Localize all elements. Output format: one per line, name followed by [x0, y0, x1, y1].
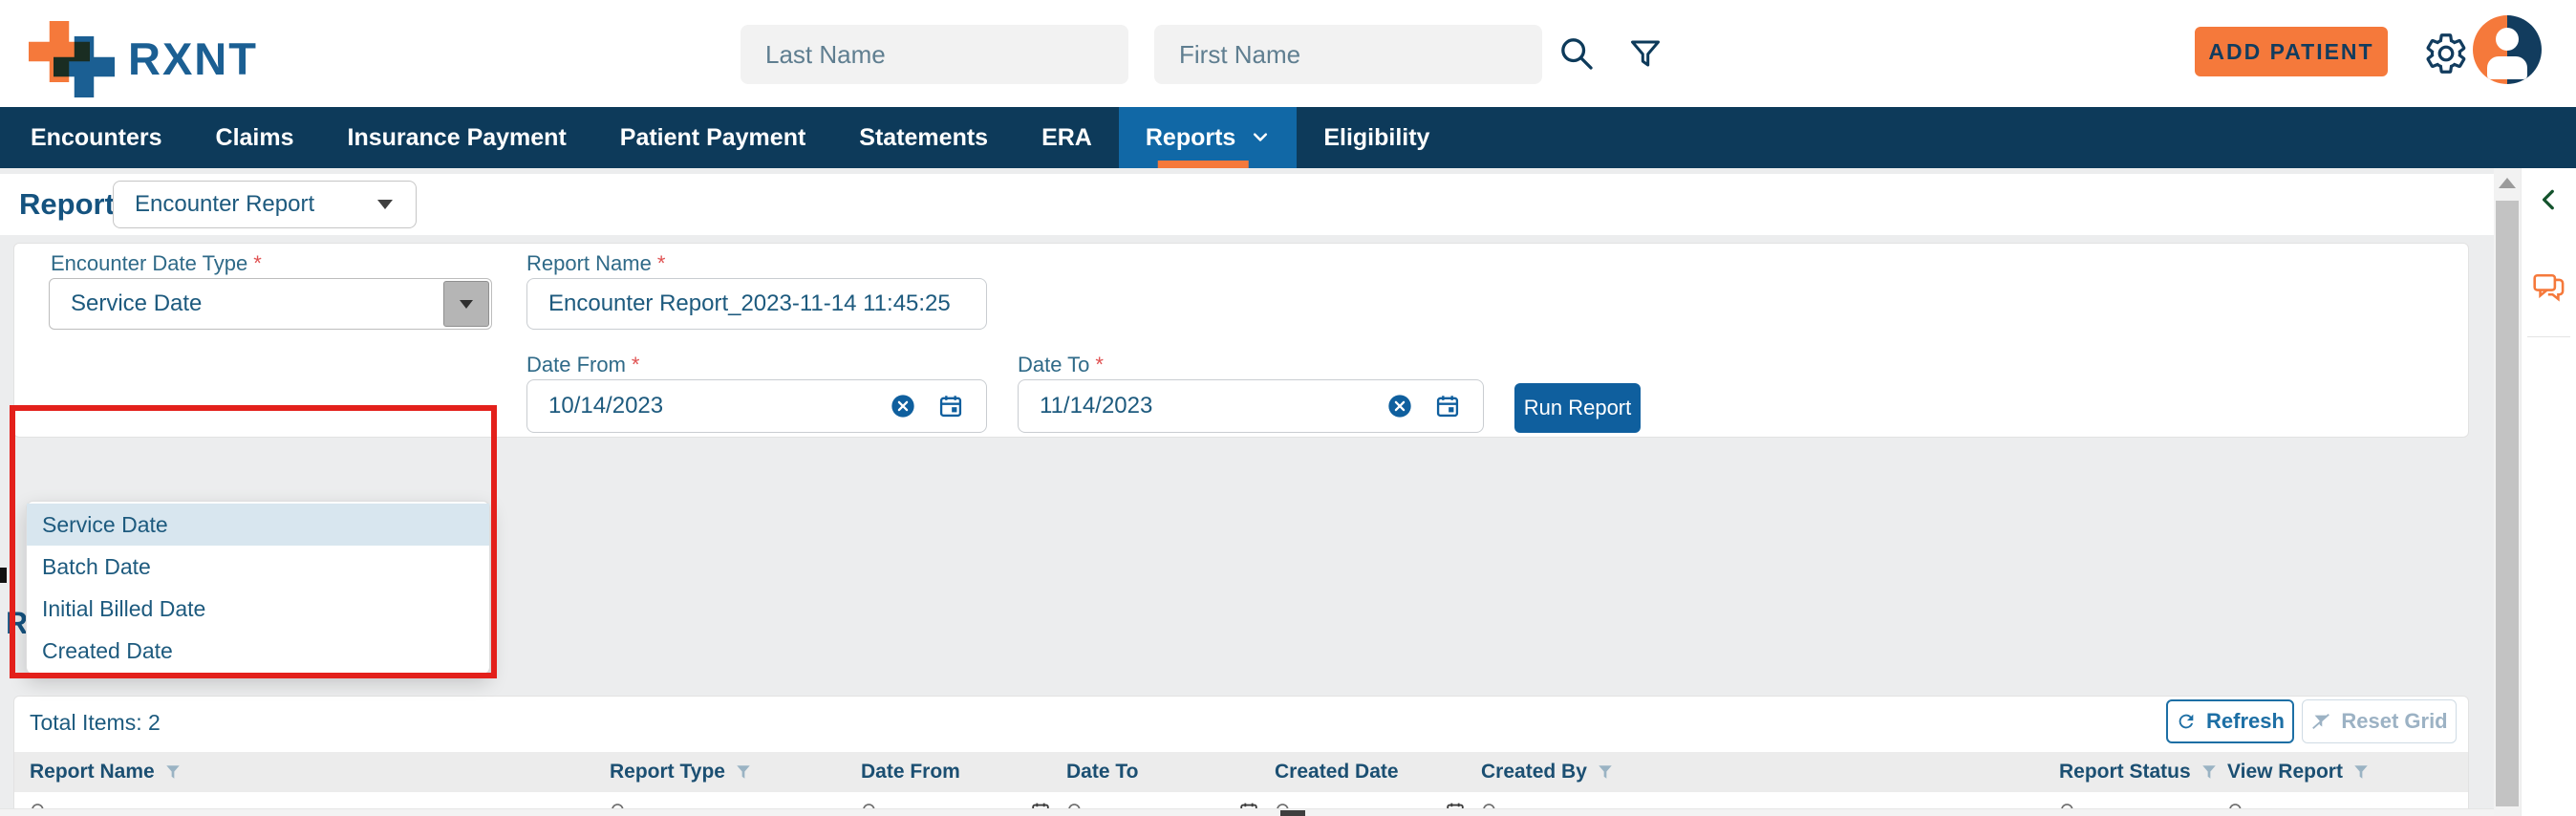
- nav-item-claims[interactable]: Claims: [189, 107, 321, 168]
- column-filter-icon[interactable]: [1597, 763, 1614, 781]
- search-icon[interactable]: [1557, 34, 1596, 73]
- column-header-report-status[interactable]: Report Status: [2059, 761, 2227, 784]
- scroll-up-icon[interactable]: [2499, 178, 2516, 188]
- active-tab-underline: [1158, 161, 1249, 168]
- messages-icon[interactable]: [2530, 268, 2568, 306]
- required-marker: *: [657, 251, 666, 275]
- option-initial-billed-date[interactable]: Initial Billed Date: [27, 588, 489, 630]
- report-type-select[interactable]: Encounter Report: [113, 181, 417, 228]
- report-form-card: Encounter Date Type* Service Date Report…: [13, 243, 2469, 438]
- page-content: Report Encounter Report Encounter Date T…: [0, 168, 2494, 816]
- rxnt-logo[interactable]: RXNT: [29, 19, 277, 92]
- calendar-icon[interactable]: [1434, 393, 1461, 419]
- logo-text: RXNT: [128, 32, 258, 85]
- report-type-select-value: Encounter Report: [135, 191, 314, 218]
- option-service-date[interactable]: Service Date: [27, 504, 489, 546]
- report-name-label: Report Name*: [526, 251, 665, 276]
- select-arrow-icon: [460, 300, 473, 309]
- nav-item-reports[interactable]: Reports: [1119, 107, 1297, 168]
- refresh-button[interactable]: Refresh: [2166, 699, 2294, 743]
- horizontal-scrollbar-thumb[interactable]: [1280, 810, 1305, 816]
- required-marker: *: [1095, 353, 1104, 376]
- first-name-input[interactable]: [1154, 25, 1542, 84]
- date-from-label: Date From*: [526, 353, 639, 377]
- column-filter-icon[interactable]: [2352, 763, 2370, 781]
- required-marker: *: [632, 353, 640, 376]
- user-avatar[interactable]: [2473, 15, 2542, 84]
- chevron-down-icon: [1251, 128, 1270, 147]
- column-header-view-report[interactable]: View Report: [2227, 761, 2394, 784]
- page-title: Report: [19, 174, 115, 235]
- nav-item-eligibility[interactable]: Eligibility: [1297, 107, 1456, 168]
- column-header-date-from[interactable]: Date From: [861, 761, 1066, 784]
- reports-grid-card: Total Items: 2 Refresh Reset Grid Report…: [13, 696, 2469, 816]
- reset-grid-button[interactable]: Reset Grid: [2302, 699, 2457, 743]
- reset-grid-icon: [2310, 711, 2331, 732]
- encounter-date-type-options: Service Date Batch Date Initial Billed D…: [26, 501, 490, 675]
- filter-icon[interactable]: [1628, 36, 1663, 71]
- obscured-section-title-fragment: R: [6, 606, 28, 641]
- encounter-date-type-select[interactable]: Service Date: [49, 278, 492, 330]
- add-patient-button[interactable]: ADD PATIENT: [2195, 27, 2388, 76]
- date-to-input[interactable]: [1018, 379, 1484, 433]
- column-header-date-to[interactable]: Date To: [1066, 761, 1275, 784]
- clear-icon[interactable]: [1386, 393, 1413, 419]
- column-header-report-type[interactable]: Report Type: [610, 761, 861, 784]
- calendar-icon[interactable]: [937, 393, 964, 419]
- clear-icon[interactable]: [890, 393, 916, 419]
- right-side-panel: [2521, 168, 2576, 816]
- nav-item-insurance-payment[interactable]: Insurance Payment: [321, 107, 593, 168]
- vertical-scrollbar-thumb[interactable]: [2496, 201, 2519, 806]
- option-created-date[interactable]: Created Date: [27, 630, 489, 672]
- app-window: RXNT ADD PATIENT Encounters Claims Insur…: [0, 0, 2576, 816]
- nav-item-statements[interactable]: Statements: [832, 107, 1015, 168]
- main-nav: Encounters Claims Insurance Payment Pati…: [0, 107, 2576, 168]
- nav-item-patient-payment[interactable]: Patient Payment: [593, 107, 833, 168]
- column-header-created-by[interactable]: Created By: [1481, 761, 2059, 784]
- last-name-input[interactable]: [741, 25, 1128, 84]
- option-batch-date[interactable]: Batch Date: [27, 546, 489, 588]
- column-filter-icon[interactable]: [2200, 763, 2218, 781]
- total-items-label: Total Items: 2: [30, 710, 161, 736]
- encounter-date-type-dropdown-button[interactable]: [443, 281, 489, 327]
- refresh-icon: [2176, 711, 2197, 732]
- column-header-created-date[interactable]: Created Date: [1275, 761, 1481, 784]
- horizontal-scrollbar[interactable]: [0, 808, 2494, 816]
- run-report-button[interactable]: Run Report: [1514, 383, 1641, 433]
- column-header-report-name[interactable]: Report Name: [30, 761, 610, 784]
- gear-icon[interactable]: [2423, 31, 2469, 76]
- date-from-input[interactable]: [526, 379, 987, 433]
- column-filter-icon[interactable]: [164, 763, 182, 781]
- rail-divider: [2527, 336, 2570, 337]
- select-arrow-icon: [377, 200, 393, 209]
- encounter-date-type-value: Service Date: [71, 290, 202, 317]
- grid-header-row: Report Name Report Type Date From Date T…: [14, 752, 2468, 792]
- collapse-panel-icon[interactable]: [2537, 187, 2562, 212]
- date-to-label: Date To*: [1018, 353, 1104, 377]
- report-name-input[interactable]: [526, 278, 987, 330]
- top-header: RXNT ADD PATIENT: [0, 0, 2576, 107]
- nav-item-reports-label: Reports: [1146, 124, 1235, 152]
- nav-item-era[interactable]: ERA: [1015, 107, 1119, 168]
- nav-item-encounters[interactable]: Encounters: [4, 107, 189, 168]
- report-toolbar: Report Encounter Report: [0, 174, 2494, 235]
- obscured-content-fragment: [0, 568, 7, 583]
- required-marker: *: [253, 251, 262, 275]
- encounter-date-type-label: Encounter Date Type*: [51, 251, 262, 276]
- column-filter-icon[interactable]: [735, 763, 752, 781]
